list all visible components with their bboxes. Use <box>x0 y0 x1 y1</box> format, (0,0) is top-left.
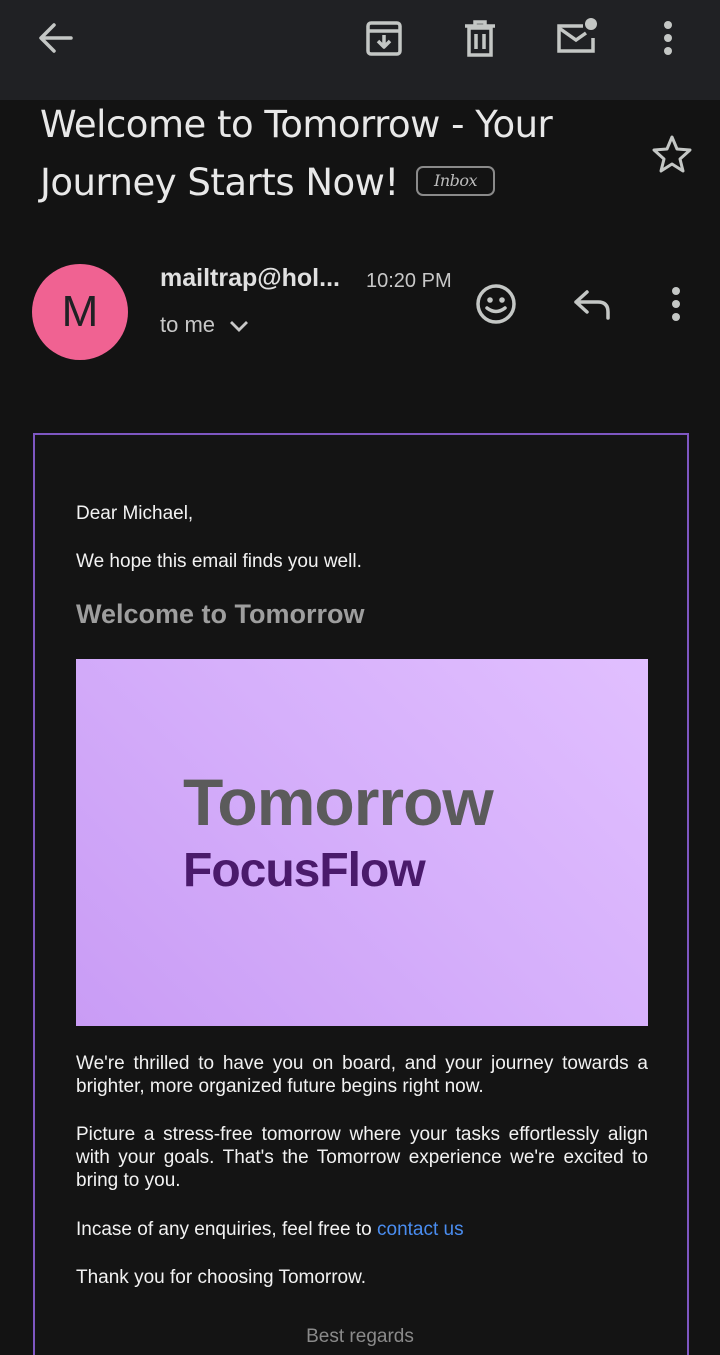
inbox-label-chip[interactable]: Inbox <box>416 165 496 196</box>
email-time: 10:20 PM <box>366 270 452 292</box>
thanks-text: Thank you for choosing Tomorrow. <box>76 1267 367 1288</box>
back-arrow-icon[interactable] <box>30 16 80 60</box>
banner-brand: Tomorrow <box>183 765 494 839</box>
email-heading: Welcome to Tomorrow <box>76 599 365 629</box>
star-icon[interactable] <box>648 130 696 178</box>
paragraph-onboard: We're thrilled to have you on board, and… <box>76 1053 648 1097</box>
chevron-down-icon <box>229 312 249 338</box>
trash-icon[interactable] <box>456 16 504 60</box>
regards-text: Best regards <box>306 1326 414 1347</box>
email-subject: Welcome to Tomorrow - Your Journey Start… <box>40 96 600 212</box>
mark-unread-icon[interactable] <box>552 14 600 58</box>
avatar[interactable]: M <box>32 264 128 360</box>
greeting: Dear Michael, <box>76 503 194 524</box>
reply-icon[interactable] <box>568 282 616 326</box>
archive-icon[interactable] <box>360 16 408 60</box>
contact-us-link[interactable]: contact us <box>377 1219 464 1240</box>
enquiry-line: Incase of any enquiries, feel free to co… <box>76 1218 648 1241</box>
top-app-bar <box>0 0 720 100</box>
banner-product: FocusFlow <box>183 844 426 897</box>
paragraph-experience: Picture a stress-free tomorrow where you… <box>76 1124 648 1191</box>
recipient-label: to me <box>160 312 216 337</box>
banner-image: Tomorrow FocusFlow <box>76 659 648 1026</box>
enquiry-text: Incase of any enquiries, feel free to <box>76 1219 378 1240</box>
email-body: Dear Michael, We hope this email finds y… <box>33 433 689 1355</box>
recipient-toggle[interactable]: to me <box>160 312 249 338</box>
more-vert-icon[interactable] <box>648 14 688 62</box>
intro-text: We hope this email finds you well. <box>76 551 362 572</box>
more-vert-icon[interactable] <box>656 282 696 326</box>
emoji-icon[interactable] <box>472 280 520 328</box>
sender-name[interactable]: mailtrap@hol... <box>160 264 340 293</box>
